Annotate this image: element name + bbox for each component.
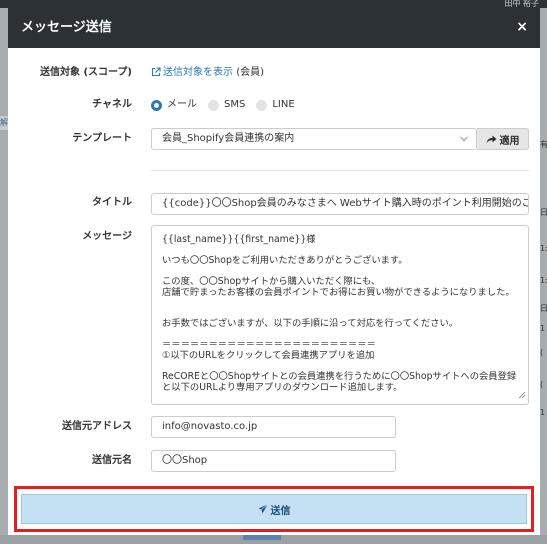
radio-unselected-icon[interactable] — [208, 99, 219, 111]
message-textarea[interactable]: {{last_name}}{{first_name}}様 いつも〇〇Shopをご… — [151, 225, 529, 405]
template-select[interactable]: 会員_Shopify会員連携の案内 — [151, 128, 477, 150]
template-label: テンプレート — [72, 133, 132, 144]
from-name-input[interactable]: 〇〇Shop — [151, 450, 396, 472]
channel-option-label: SMS — [224, 99, 246, 110]
message-line: お手数ではございますが、以下の手順に沿って対応を行ってください。 — [162, 318, 459, 329]
external-link-icon — [151, 67, 161, 82]
message-line: と以下のURLより専用アプリのダウンロード追加します。 — [162, 382, 403, 393]
message-line: ①以下のURLをクリックして会員連携アプリを追加 — [162, 350, 375, 361]
show-scope-link[interactable]: 送信対象を表示 — [163, 67, 233, 78]
message-line: ＝＝＝＝＝＝＝＝＝＝＝＝＝＝＝＝＝＝＝＝＝＝＝ — [162, 339, 376, 350]
paper-plane-icon — [258, 504, 268, 514]
title-input[interactable]: {{code}}〇〇Shop会員のみなさまへ Webサイト購入時のポイント利用開… — [151, 193, 529, 215]
message-label: メッセージ — [82, 231, 132, 242]
share-arrow-icon — [486, 135, 496, 143]
title-label: タイトル — [92, 197, 132, 208]
channel-label: チャネル — [92, 99, 132, 110]
close-button[interactable]: × — [516, 19, 528, 35]
modal-title: メッセージ送信 — [21, 20, 112, 35]
background-left-strip: 解 — [0, 8, 8, 544]
message-line: {{last_name}}{{first_name}}様 — [162, 234, 316, 245]
send-button-label: 送信 — [270, 505, 291, 517]
background-bottom-strip — [0, 535, 547, 544]
radio-selected-icon[interactable] — [151, 99, 162, 111]
apply-template-button[interactable]: 適用 — [477, 128, 529, 150]
from-address-input[interactable]: info@novasto.co.jp — [151, 416, 396, 438]
background-fragment: ( — [540, 348, 544, 357]
channel-option-label: LINE — [272, 99, 295, 110]
channel-option-email[interactable]: メール — [151, 98, 197, 112]
message-line: いつも〇〇Shopをご利用いただきありがとうございます。 — [162, 255, 408, 266]
channel-option-sms[interactable]: SMS — [208, 98, 245, 112]
channel-option-line[interactable]: LINE — [256, 98, 295, 112]
background-right-strip: 有 日 1: 1: 日 1 ( ( 1 — [540, 8, 547, 544]
background-fragment: 1: — [540, 244, 547, 253]
background-topbar: 田中 裕子 — [0, 0, 547, 8]
background-fragment: 1 — [540, 324, 546, 333]
scope-type: (会員) — [236, 67, 264, 78]
template-selected-value: 会員_Shopify会員連携の案内 — [162, 133, 295, 144]
radio-unselected-icon[interactable] — [256, 99, 268, 111]
background-fragment: 有 — [540, 140, 547, 149]
divider — [151, 170, 529, 171]
from-name-label: 送信元名 — [92, 455, 132, 466]
send-button[interactable]: 送信 — [21, 494, 527, 524]
apply-template-label: 適用 — [499, 135, 520, 147]
scope-label: 送信対象 (スコープ) — [39, 67, 132, 78]
from-address-label: 送信元アドレス — [62, 421, 132, 432]
modal-header: メッセージ送信 × — [8, 8, 540, 48]
message-send-modal: メッセージ送信 × 送信対象 (スコープ) 送信対象を表示 (会員) チャネル … — [8, 8, 540, 535]
channel-radio-group: メール SMS LINE — [151, 98, 306, 112]
message-line: 店舗で貯まったお客様の会員ポイントでお得にお買い物ができるようになりました。 — [162, 287, 515, 298]
background-fragment: ( — [540, 380, 544, 389]
message-line: ReCOREと〇〇Shopサイトとの会員連携を行うために〇〇Shopサイトへの会… — [162, 371, 517, 382]
background-tab: 解 — [0, 116, 8, 130]
background-fragment: 1 — [540, 408, 546, 417]
background-user-name: 田中 裕子 — [504, 0, 539, 8]
message-line: この度、〇〇Shopサイトから購入いただく際にも、 — [162, 276, 381, 287]
background-fragment: 1: — [540, 276, 547, 285]
background-fragment: 日 — [540, 208, 547, 217]
background-fragment: 日 — [540, 304, 547, 313]
channel-option-label: メール — [167, 99, 197, 110]
scope-row: 送信対象を表示 (会員) — [151, 66, 264, 82]
background-button — [243, 535, 281, 540]
chevron-down-icon — [459, 133, 469, 148]
resize-handle-icon[interactable] — [518, 389, 526, 402]
